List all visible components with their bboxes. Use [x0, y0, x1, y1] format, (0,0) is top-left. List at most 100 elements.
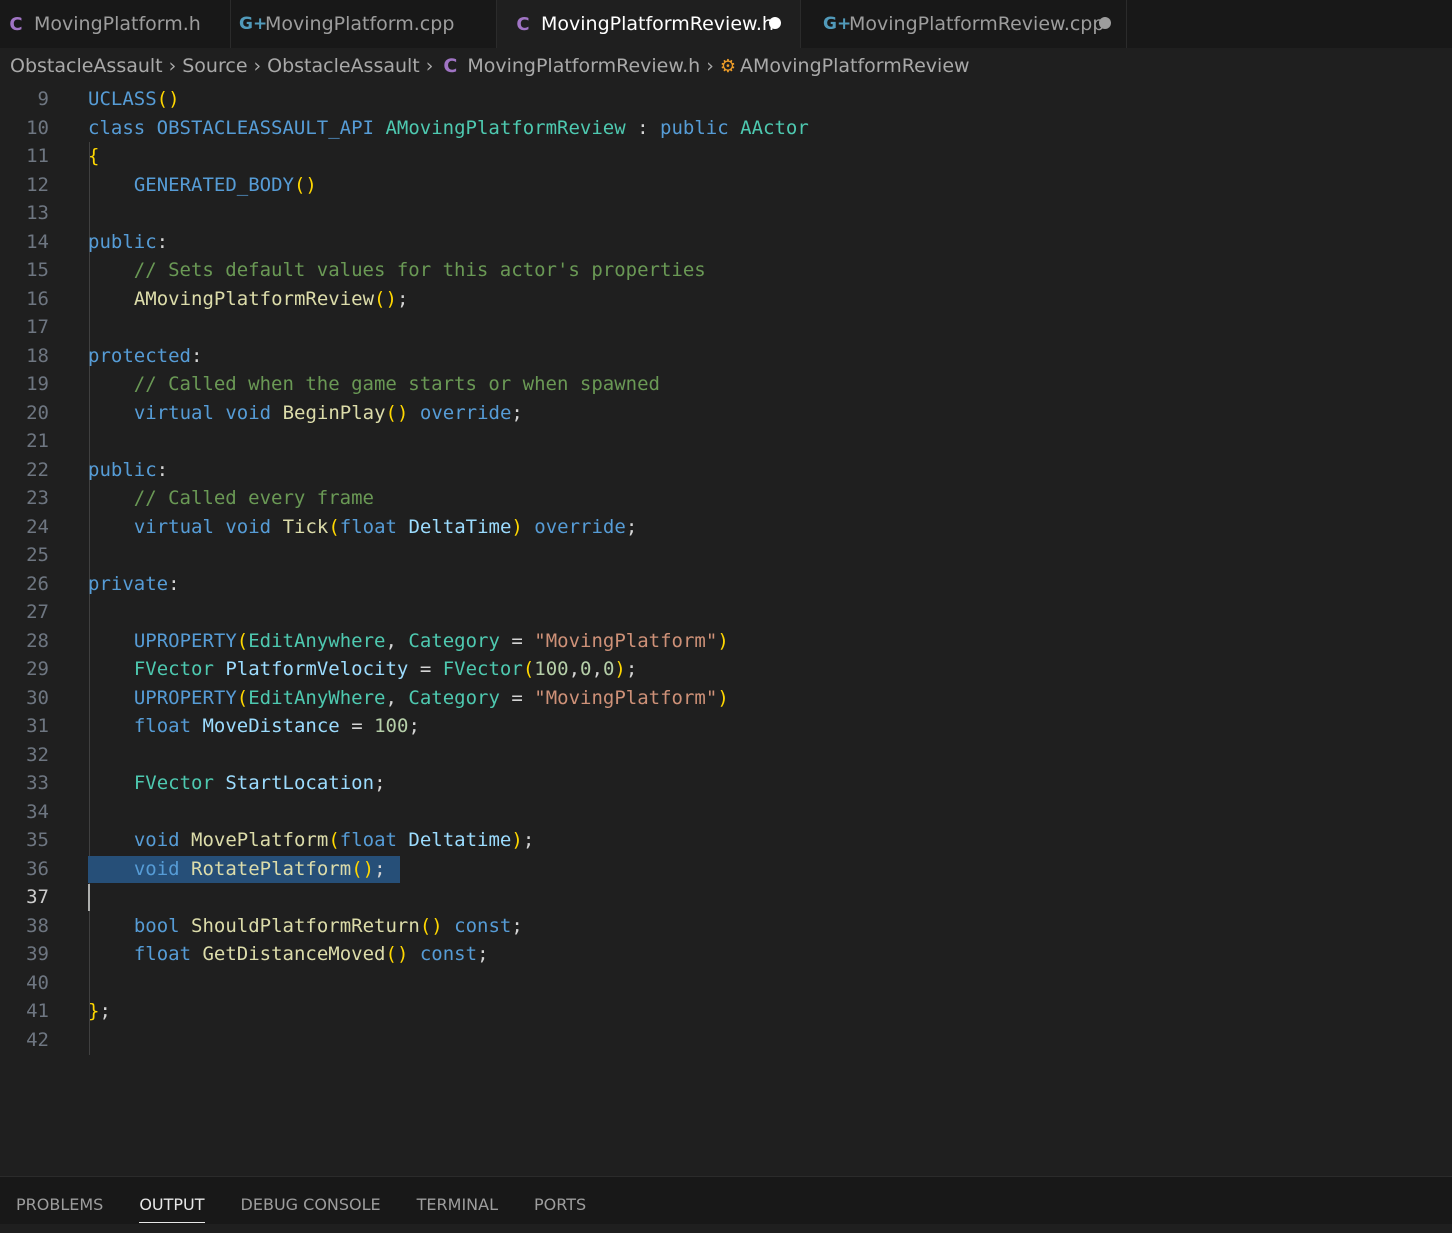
line-number: 21: [26, 430, 49, 452]
tab-label: MovingPlatformReview.cpp: [849, 13, 1105, 35]
tab-movingplatformreview-h[interactable]: C MovingPlatformReview.h: [497, 0, 801, 48]
code-line[interactable]: 25: [0, 541, 1452, 569]
breadcrumb-item[interactable]: Source: [182, 55, 247, 77]
code-line[interactable]: 26 private:: [0, 570, 1452, 598]
code-line[interactable]: 21: [0, 427, 1452, 455]
code-line[interactable]: 32: [0, 741, 1452, 769]
tab-debug-console[interactable]: DEBUG CONSOLE: [241, 1177, 381, 1225]
code-line[interactable]: 18 protected:: [0, 342, 1452, 370]
line-number: 24: [26, 516, 49, 538]
code-line[interactable]: 13: [0, 199, 1452, 227]
line-number: 19: [26, 373, 49, 395]
line-number: 25: [26, 544, 49, 566]
code-line[interactable]: 37: [0, 883, 1452, 911]
line-number: 15: [26, 259, 49, 281]
line-number: 28: [26, 630, 49, 652]
code-text: private:: [88, 573, 180, 595]
tab-ports[interactable]: PORTS: [534, 1177, 586, 1225]
code-line[interactable]: 20 virtual void BeginPlay() override;: [0, 399, 1452, 427]
code-line[interactable]: 33 FVector StartLocation;: [0, 769, 1452, 797]
code-line[interactable]: 27: [0, 598, 1452, 626]
line-number: 34: [26, 801, 49, 823]
cpp-file-icon: G+: [239, 14, 268, 34]
breadcrumb-symbol[interactable]: AMovingPlatformReview: [740, 55, 970, 77]
chevron-right-icon: ›: [168, 55, 177, 77]
line-number: 42: [26, 1029, 49, 1051]
code-line[interactable]: 22 public:: [0, 456, 1452, 484]
breadcrumb-item[interactable]: ObstacleAssault: [267, 55, 420, 77]
code-text: // Sets default values for this actor's …: [88, 259, 706, 281]
chevron-right-icon: ›: [253, 55, 262, 77]
code-line[interactable]: 9 UCLASS(): [0, 85, 1452, 113]
breadcrumb-item[interactable]: ObstacleAssault: [10, 55, 163, 77]
code-text: UCLASS(): [88, 88, 180, 110]
code-text: // Called when the game starts or when s…: [88, 373, 660, 395]
unsaved-dot-icon[interactable]: [769, 17, 781, 29]
unsaved-dot-icon[interactable]: [1099, 17, 1111, 29]
code-line[interactable]: 16 AMovingPlatformReview();: [0, 285, 1452, 313]
line-number: 36: [26, 858, 49, 880]
breadcrumb: ObstacleAssault › Source › ObstacleAssau…: [0, 48, 1452, 84]
tab-movingplatformreview-cpp[interactable]: G+ MovingPlatformReview.cpp: [801, 0, 1127, 48]
code-line[interactable]: 35 void MovePlatform(float Deltatime);: [0, 826, 1452, 854]
code-line[interactable]: 14 public:: [0, 228, 1452, 256]
code-line[interactable]: 38 bool ShouldPlatformReturn() const;: [0, 912, 1452, 940]
code-line[interactable]: 42: [0, 1026, 1452, 1054]
line-number: 20: [26, 402, 49, 424]
code-text: float GetDistanceMoved() const;: [133, 943, 489, 965]
tab-terminal[interactable]: TERMINAL: [417, 1177, 498, 1225]
line-number: 32: [26, 744, 49, 766]
line-number: 41: [26, 1000, 49, 1022]
line-number: 16: [26, 288, 49, 310]
line-number: 14: [26, 231, 49, 253]
code-line[interactable]: 39 float GetDistanceMoved() const;: [0, 940, 1452, 968]
tab-label: MovingPlatformReview.h: [541, 13, 774, 35]
code-line[interactable]: 24 virtual void Tick(float DeltaTime) ov…: [0, 513, 1452, 541]
code-text: virtual void Tick(float DeltaTime) overr…: [133, 516, 638, 538]
code-text: FVector PlatformVelocity = FVector(100,0…: [133, 658, 638, 680]
tab-movingplatform-h[interactable]: C MovingPlatform.h: [0, 0, 231, 48]
line-number: 27: [26, 601, 49, 623]
code-line[interactable]: 41};: [0, 997, 1452, 1025]
code-line[interactable]: 40: [0, 969, 1452, 997]
code-line[interactable]: 19 // Called when the game starts or whe…: [0, 370, 1452, 398]
code-line[interactable]: 15 // Sets default values for this actor…: [0, 256, 1452, 284]
code-text: UPROPERTY(EditAnywhere, Category = "Movi…: [133, 630, 729, 652]
line-number: 40: [26, 972, 49, 994]
c-header-file-icon: C: [443, 55, 458, 77]
code-line[interactable]: 30 UPROPERTY(EditAnyWhere, Category = "M…: [0, 684, 1452, 712]
code-editor[interactable]: 9 UCLASS() 10 class OBSTACLEASSAULT_API AMo…: [0, 85, 1452, 1175]
code-line[interactable]: 28 UPROPERTY(EditAnywhere, Category = "M…: [0, 627, 1452, 655]
panel-tab-bar: PROBLEMS OUTPUT DEBUG CONSOLE TERMINAL P…: [0, 1176, 1452, 1224]
line-number: 33: [26, 772, 49, 794]
code-line[interactable]: 12 GENERATED_BODY(): [0, 171, 1452, 199]
chevron-right-icon: ›: [706, 55, 714, 77]
tab-problems[interactable]: PROBLEMS: [16, 1177, 103, 1225]
line-number: 11: [26, 145, 49, 167]
line-number: 35: [26, 829, 49, 851]
code-line[interactable]: 23 // Called every frame: [0, 484, 1452, 512]
line-number: 38: [26, 915, 49, 937]
code-text: AMovingPlatformReview();: [133, 288, 409, 310]
code-text: void RotatePlatform();: [133, 858, 386, 880]
code-text: public:: [88, 231, 169, 253]
code-line[interactable]: 34: [0, 798, 1452, 826]
line-number: 37: [26, 886, 49, 908]
tab-output[interactable]: OUTPUT: [139, 1177, 205, 1225]
code-line[interactable]: 29 FVector PlatformVelocity = FVector(10…: [0, 655, 1452, 683]
line-number: 13: [26, 202, 49, 224]
breadcrumb-file[interactable]: MovingPlatformReview.h: [467, 55, 700, 77]
code-line[interactable]: 17: [0, 313, 1452, 341]
code-text: class OBSTACLEASSAULT_API AMovingPlatfor…: [88, 117, 809, 139]
code-line[interactable]: 11 {: [0, 142, 1452, 170]
tab-movingplatform-cpp[interactable]: G+ MovingPlatform.cpp: [231, 0, 497, 48]
code-line[interactable]: 36 void RotatePlatform();: [0, 855, 1452, 883]
code-text: };: [88, 1000, 111, 1022]
line-number: 18: [26, 345, 49, 367]
code-text: float MoveDistance = 100;: [133, 715, 420, 737]
code-text: GENERATED_BODY(): [133, 174, 317, 196]
chevron-right-icon: ›: [425, 55, 434, 77]
code-line[interactable]: 10 class OBSTACLEASSAULT_API AMovingPlatf…: [0, 114, 1452, 142]
line-number: 39: [26, 943, 49, 965]
code-line[interactable]: 31 float MoveDistance = 100;: [0, 712, 1452, 740]
